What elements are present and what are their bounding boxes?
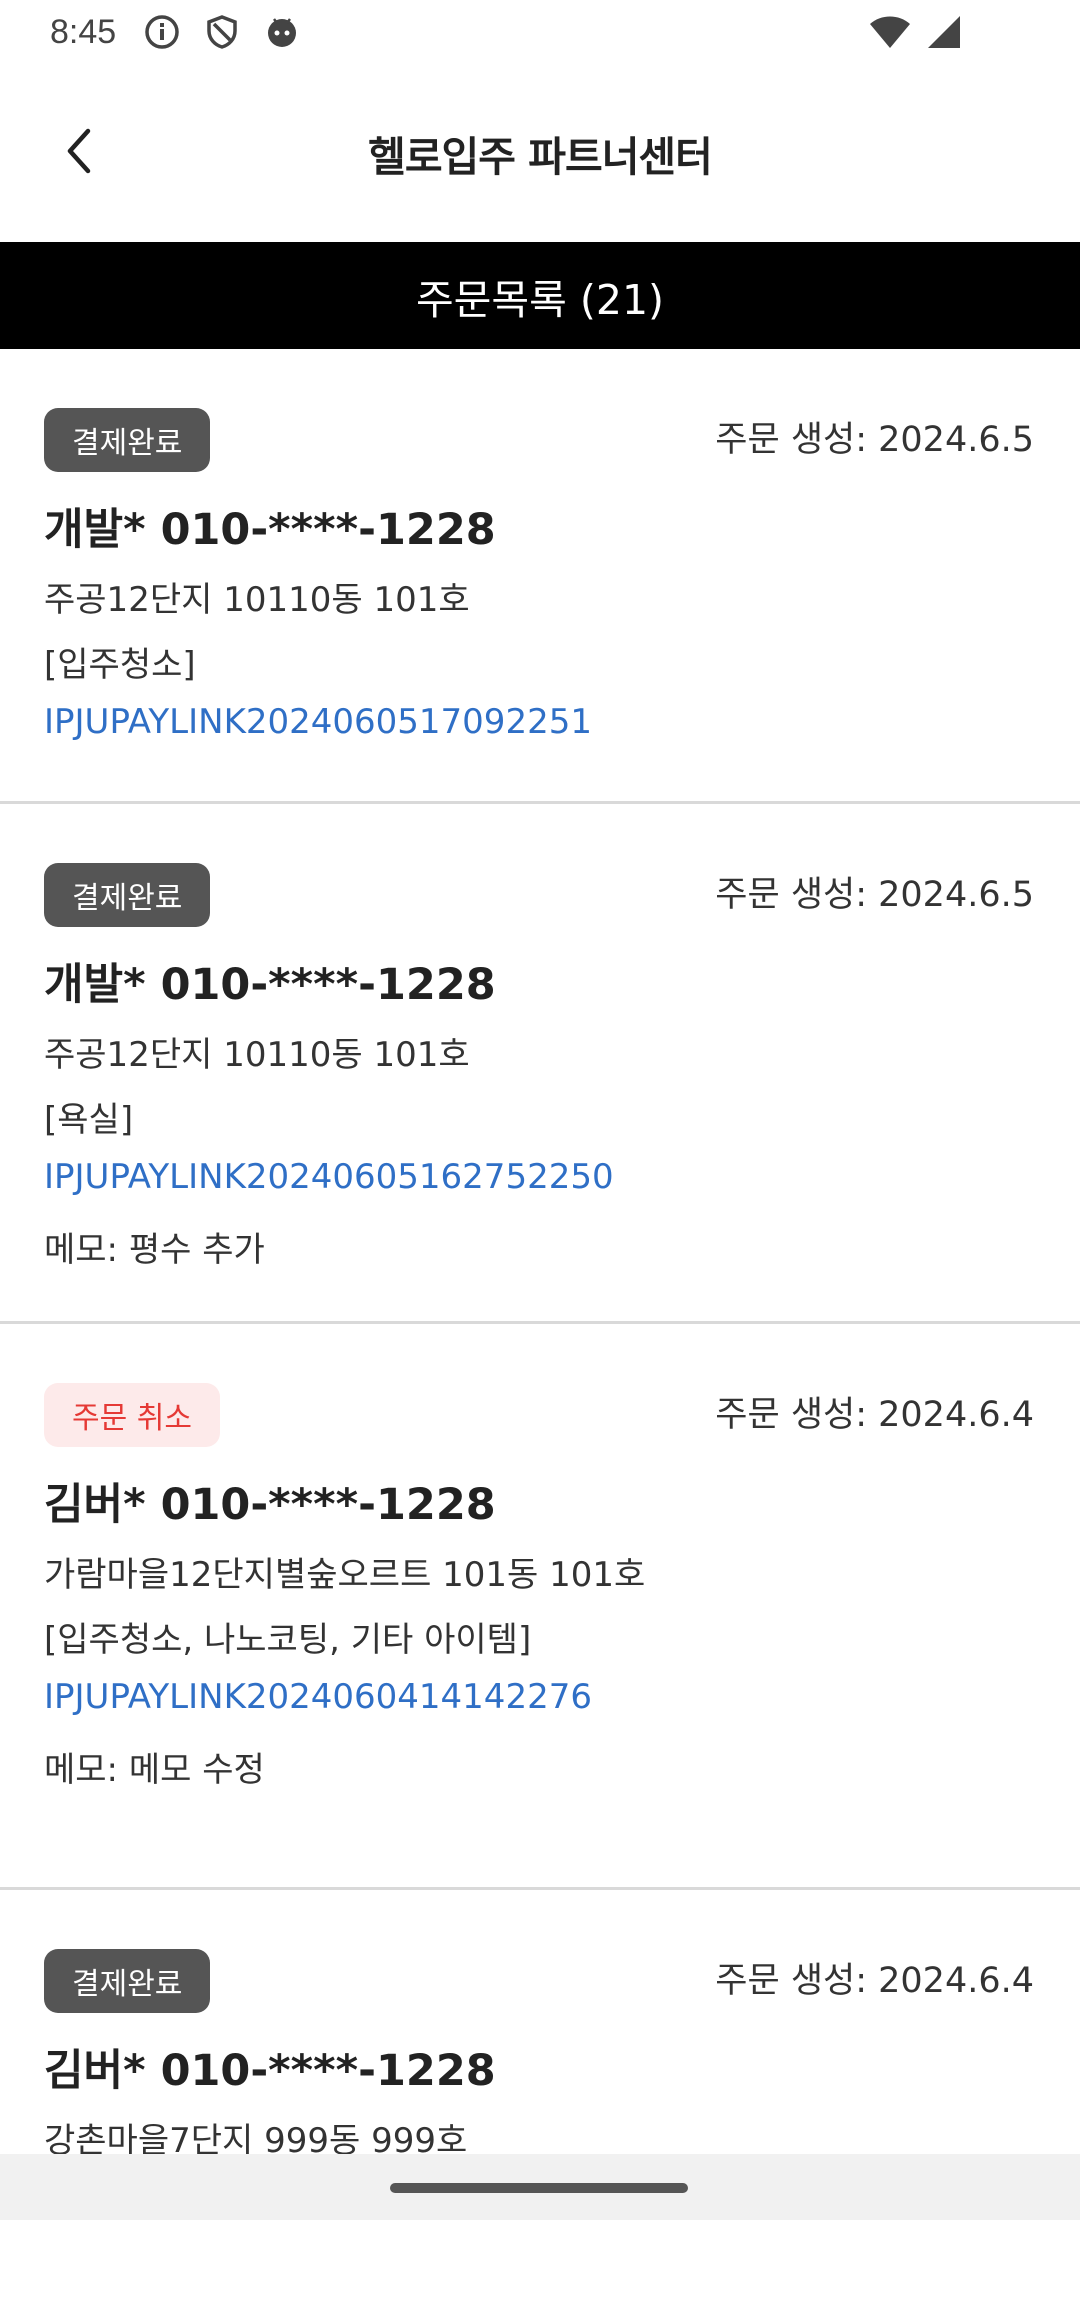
order-address: 주공12단지 10110동 101호 xyxy=(44,1035,470,1075)
order-card[interactable]: 결제완료 주문 생성: 2024.6.4 김버* 010-****-1228 강… xyxy=(0,1890,1080,2310)
signal-icon xyxy=(926,14,962,54)
status-badge: 결제완료 xyxy=(44,408,211,472)
info-icon xyxy=(144,14,180,50)
wifi-icon xyxy=(868,14,912,54)
order-card[interactable]: 결제완료 주문 생성: 2024.6.5 개발* 010-****-1228 주… xyxy=(0,349,1080,804)
shield-icon xyxy=(204,14,240,50)
order-services: [입주청소] xyxy=(44,645,196,685)
customer-info: 개발* 010-****-1228 xyxy=(44,505,496,555)
order-card[interactable]: 주문 취소 주문 생성: 2024.6.4 김버* 010-****-1228 … xyxy=(0,1324,1080,1890)
order-address: 가람마을12단지별숲오르트 101동 101호 xyxy=(44,1555,646,1595)
customer-info: 김버* 010-****-1228 xyxy=(44,1480,496,1530)
order-card[interactable]: 결제완료 주문 생성: 2024.6.5 개발* 010-****-1228 주… xyxy=(0,804,1080,1324)
home-indicator[interactable] xyxy=(390,2183,688,2193)
order-created-date: 주문 생성: 2024.6.4 xyxy=(715,1395,1034,1435)
status-time: 8:45 xyxy=(50,12,117,51)
order-created-date: 주문 생성: 2024.6.5 xyxy=(715,875,1034,915)
order-address: 주공12단지 10110동 101호 xyxy=(44,580,470,620)
back-button[interactable] xyxy=(48,121,112,185)
payment-link[interactable]: IPJUPAYLINK20240605162752250 xyxy=(44,1157,614,1197)
chevron-left-icon xyxy=(60,127,100,179)
payment-link[interactable]: IPJUPAYLINK2024060517092251 xyxy=(44,702,592,742)
app-header: 헬로입주 파트너센터 xyxy=(0,88,1080,218)
order-list: 결제완료 주문 생성: 2024.6.5 개발* 010-****-1228 주… xyxy=(0,349,1080,2310)
order-services: [욕실] xyxy=(44,1100,134,1140)
order-created-date: 주문 생성: 2024.6.4 xyxy=(715,1961,1034,2001)
order-list-header: 주문목록 (21) xyxy=(0,242,1080,349)
status-right-icons xyxy=(868,14,962,54)
order-services: [입주청소, 나노코팅, 기타 아이템] xyxy=(44,1620,532,1660)
order-created-date: 주문 생성: 2024.6.5 xyxy=(715,420,1034,460)
order-memo: 메모: 메모 수정 xyxy=(44,1750,265,1790)
status-badge: 결제완료 xyxy=(44,1949,211,2013)
page-title: 헬로입주 파트너센터 xyxy=(368,133,713,181)
customer-info: 김버* 010-****-1228 xyxy=(44,2046,496,2096)
customer-info: 개발* 010-****-1228 xyxy=(44,960,496,1010)
order-memo: 메모: 평수 추가 xyxy=(44,1230,265,1270)
status-badge: 주문 취소 xyxy=(44,1383,220,1447)
android-face-icon xyxy=(264,14,300,50)
payment-link[interactable]: IPJUPAYLINK2024060414142276 xyxy=(44,1677,592,1717)
status-badge: 결제완료 xyxy=(44,863,211,927)
